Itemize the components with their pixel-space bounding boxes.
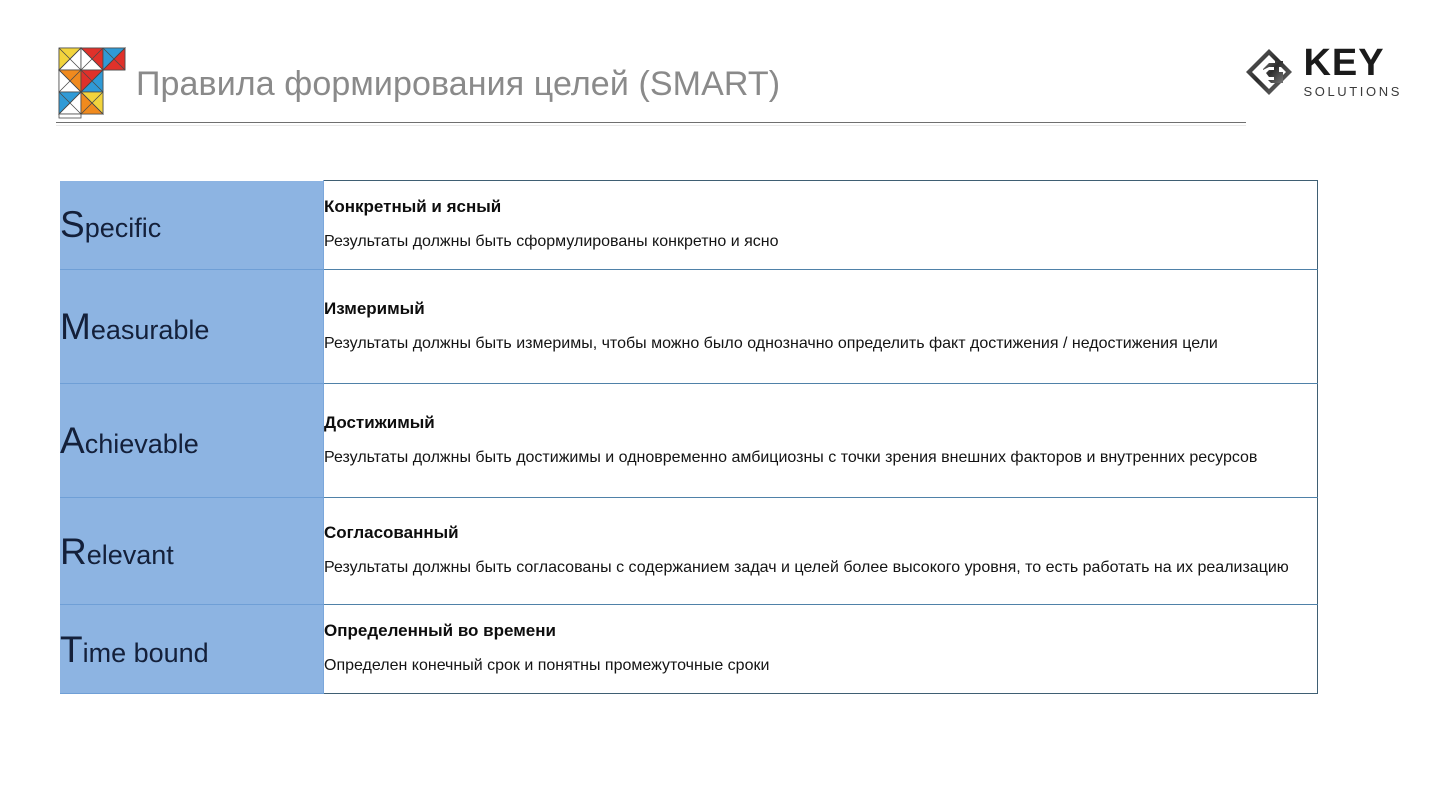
smart-term-cell-time-bound: Time bound [60, 604, 324, 694]
smart-term-initial: A [60, 420, 85, 461]
criterion-title: Определенный во времени [324, 621, 556, 640]
smart-detail-cell-relevant: Согласованный Результаты должны быть сог… [323, 497, 1318, 605]
table-row: Achievable Достижимый Результаты должны … [60, 383, 1318, 498]
smart-term-rest: elevant [86, 539, 174, 570]
smart-term-cell-relevant: Relevant [60, 497, 324, 605]
smart-term-rest: easurable [90, 315, 210, 345]
smart-term-specific: Specific [60, 206, 323, 243]
smart-term-cell-achievable: Achievable [60, 383, 324, 498]
smart-term-initial: T [60, 628, 83, 670]
smart-term-cell-specific: Specific [60, 180, 324, 270]
table-row: Time bound Определенный во времени Опред… [60, 604, 1318, 694]
criterion-title: Измеримый [324, 298, 425, 318]
smart-term-rest: pecific [84, 213, 162, 244]
header-divider-shadow [56, 125, 1246, 126]
table-row: Measurable Измеримый Результаты должны б… [60, 269, 1318, 384]
smart-detail-cell-specific: Конкретный и ясный Результаты должны быт… [323, 180, 1318, 270]
criterion-description: Определен конечный срок и понятны промеж… [324, 657, 770, 674]
key-solutions-monogram-icon [1245, 48, 1293, 96]
smart-criteria-table: Specific Конкретный и ясный Результаты д… [60, 180, 1318, 694]
corporate-logo: KEY SOLUTIONS [1245, 44, 1402, 100]
corp-logo-tagline: SOLUTIONS [1303, 84, 1402, 99]
smart-term-achievable: Achievable [60, 422, 323, 459]
page-title: Правила формирования целей (SMART) [136, 65, 781, 103]
corp-logo-name: KEY [1303, 42, 1385, 84]
smart-detail-cell-achievable: Достижимый Результаты должны быть достиж… [323, 383, 1318, 498]
smart-detail-cell-time-bound: Определенный во времени Определен конечн… [323, 604, 1318, 694]
smart-term-rest: chievable [84, 429, 199, 459]
smart-term-initial: M [60, 306, 91, 347]
table-row: Relevant Согласованный Результаты должны… [60, 497, 1318, 605]
criterion-title: Достижимый [324, 412, 435, 432]
smart-term-relevant: Relevant [60, 533, 323, 570]
header-divider [56, 122, 1246, 123]
criterion-title: Согласованный [324, 523, 459, 542]
table-row: Specific Конкретный и ясный Результаты д… [60, 180, 1318, 270]
smart-term-measurable: Measurable [60, 308, 323, 345]
smart-term-initial: R [60, 530, 87, 572]
criterion-description: Результаты должны быть достижимы и однов… [324, 448, 1258, 466]
smart-term-initial: S [60, 204, 85, 246]
tangram-logo-icon [58, 47, 128, 119]
slide-header: Правила формирования целей (SMART) KEY S… [0, 0, 1440, 130]
smart-term-time-bound: Time bound [60, 631, 323, 668]
smart-detail-cell-measurable: Измеримый Результаты должны быть измерим… [323, 269, 1318, 384]
criterion-description: Результаты должны быть согласованы с сод… [324, 559, 1289, 576]
smart-term-cell-measurable: Measurable [60, 269, 324, 384]
criterion-description: Результаты должны быть измеримы, чтобы м… [324, 334, 1218, 352]
criterion-description: Результаты должны быть сформулированы ко… [324, 233, 779, 250]
smart-term-rest: ime bound [82, 637, 209, 668]
criterion-title: Конкретный и ясный [324, 197, 502, 216]
